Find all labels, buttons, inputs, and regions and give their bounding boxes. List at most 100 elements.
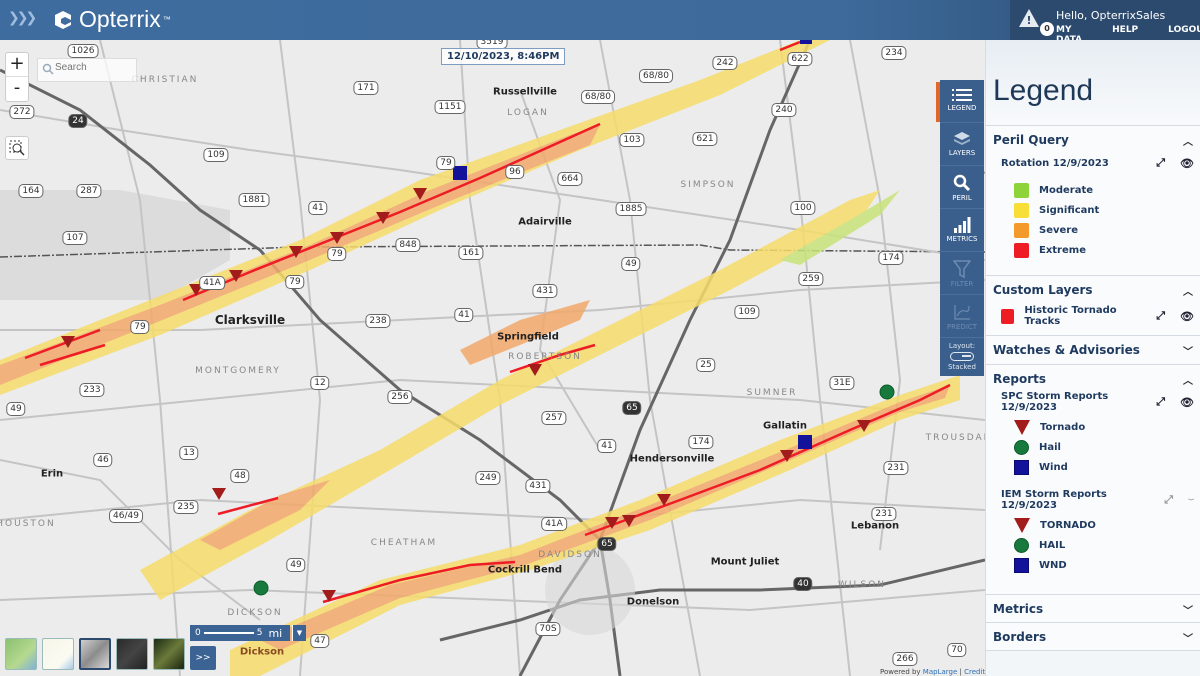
basemap-dark[interactable] [116, 638, 148, 670]
county-label: SUMNER [746, 388, 798, 398]
layers-icon [954, 132, 970, 145]
eye-visible-icon[interactable]: 👁 [1180, 396, 1194, 409]
item-label: Significant [1039, 204, 1100, 216]
route-shield: 48 [230, 469, 250, 483]
map-search[interactable] [37, 58, 137, 82]
route-shield: 41A [199, 276, 225, 290]
route-shield: 25 [696, 358, 716, 372]
active-tab-indicator [936, 82, 940, 122]
chevron-up-icon[interactable]: ︿ [1183, 133, 1193, 148]
app-header: ❯❯❯ Opterrix ™ ! 0 Hello, OpterrixSales M… [0, 0, 1200, 45]
interstate-shield: 40 [793, 577, 813, 591]
borders-header[interactable]: Borders ﹀ [986, 623, 1200, 651]
watches-header[interactable]: Watches & Advisories ﹀ [986, 336, 1200, 364]
basemap-switcher [5, 638, 190, 670]
legend-item-extreme: Extreme [986, 240, 1200, 260]
city-label: Springfield [497, 331, 559, 343]
zoom-out-button[interactable]: - [6, 77, 28, 101]
maplarge-link[interactable]: MapLarge [923, 668, 957, 676]
toolbar-predict-button[interactable]: PREDICT [940, 295, 984, 338]
expand-basemaps-button[interactable]: >> [190, 646, 216, 670]
route-shield: 79 [285, 275, 305, 289]
basemap-satellite[interactable] [153, 638, 185, 670]
interstate-shield: 65 [597, 537, 617, 551]
legend-item-tornado: TORNADO [986, 515, 1200, 535]
zoom-to-extent-icon[interactable]: ⤢ [1156, 309, 1165, 323]
credits-link[interactable]: Credits [964, 668, 985, 676]
chevron-down-icon[interactable]: ﹀ [1183, 630, 1193, 645]
county-label: ROBERTSON [508, 352, 582, 362]
route-shield: 164 [18, 184, 44, 198]
swatch-extreme [1014, 242, 1029, 258]
toolbar-peril-button[interactable]: PERIL [940, 166, 984, 209]
item-label: Tornado [1040, 421, 1086, 433]
lasso-zoom-button[interactable] [5, 136, 29, 160]
metrics-header[interactable]: Metrics ﹀ [986, 595, 1200, 623]
basemap-gray[interactable] [79, 638, 111, 670]
layer-row: Rotation 12/9/2023 ⤢ 👁 [986, 154, 1200, 172]
wind-icon [1014, 557, 1029, 573]
chevron-down-icon[interactable]: ﹀ [1183, 343, 1193, 358]
layout-toggle[interactable]: Layout: Stacked [940, 338, 984, 372]
item-label: Hail [1039, 441, 1061, 453]
toolbar-metrics-button[interactable]: METRICS [940, 209, 984, 252]
county-label: SIMPSON [680, 180, 736, 190]
route-shield: 41A [541, 517, 567, 531]
route-shield: 109 [203, 148, 229, 162]
route-shield: 70S [535, 622, 561, 636]
map-canvas[interactable]: Clarksville Russellville Adairville Spri… [0, 40, 985, 676]
brand-logo[interactable]: Opterrix ™ [53, 6, 171, 33]
item-label: TORNADO [1040, 519, 1096, 531]
route-shield: 1026 [67, 44, 99, 58]
zoom-to-extent-icon[interactable]: ⤢ [1156, 395, 1165, 409]
route-shield: 41 [308, 201, 328, 215]
route-shield: 259 [798, 272, 824, 286]
layout-toggle-switch[interactable] [950, 352, 974, 361]
route-shield: 96 [505, 165, 525, 179]
basemap-terrain[interactable] [5, 638, 37, 670]
funnel-icon [953, 260, 971, 278]
zoom-to-extent-icon[interactable]: ⤢ [1156, 156, 1165, 170]
reports-header[interactable]: Reports ︿ [986, 365, 1200, 393]
city-label: Hendersonville [629, 453, 715, 465]
tornado-marker [212, 488, 226, 500]
search-input[interactable] [55, 62, 135, 73]
search-icon [42, 63, 54, 75]
toolbar-legend-button[interactable]: LEGEND [940, 80, 984, 123]
item-label: Severe [1039, 224, 1078, 236]
toolbar-filter-button[interactable]: FILTER [940, 252, 984, 295]
route-shield: 621 [692, 132, 718, 146]
eye-visible-icon[interactable]: 👁 [1180, 157, 1194, 170]
legend-item-severe: Severe [986, 220, 1200, 240]
route-shield: 272 [9, 105, 35, 119]
route-shield: 622 [787, 52, 813, 66]
route-shield: 1151 [434, 100, 466, 114]
chevron-up-icon[interactable]: ︿ [1183, 372, 1193, 387]
scale-unit-dropdown[interactable]: ▼ [292, 625, 306, 641]
route-shield: 46/49 [109, 509, 143, 523]
eye-hidden-icon[interactable]: ⌣ [1188, 495, 1194, 505]
custom-layers-header[interactable]: Custom Layers ︿ [986, 276, 1200, 304]
map-timestamp: 12/10/2023, 8:46PM [441, 48, 566, 65]
item-label: Extreme [1039, 244, 1086, 256]
route-shield: 848 [395, 238, 421, 252]
legend-item-significant: Significant [986, 200, 1200, 220]
zoom-in-button[interactable]: + [6, 53, 28, 77]
route-shield: 49 [6, 402, 26, 416]
eye-visible-icon[interactable]: 👁 [1180, 310, 1194, 323]
route-shield: 79 [130, 320, 150, 334]
route-shield: 1885 [615, 202, 647, 216]
chevron-down-icon[interactable]: ﹀ [1183, 602, 1193, 617]
route-shield: 41 [597, 439, 617, 453]
basemap-light[interactable] [42, 638, 74, 670]
chevron-up-icon[interactable]: ︿ [1183, 283, 1193, 298]
predict-icon [954, 305, 970, 320]
wind-marker [800, 40, 812, 44]
zoom-to-extent-icon[interactable]: ⤢ [1164, 493, 1173, 507]
county-label: DICKSON [227, 608, 283, 618]
peril-query-header[interactable]: Peril Query ︿ [986, 126, 1200, 154]
menu-toggle-icon[interactable]: ❯❯❯ [8, 10, 37, 26]
toolbar-layers-button[interactable]: LAYERS [940, 123, 984, 166]
alert-warning-icon[interactable]: ! [1018, 8, 1040, 28]
route-shield: 234 [881, 46, 907, 60]
